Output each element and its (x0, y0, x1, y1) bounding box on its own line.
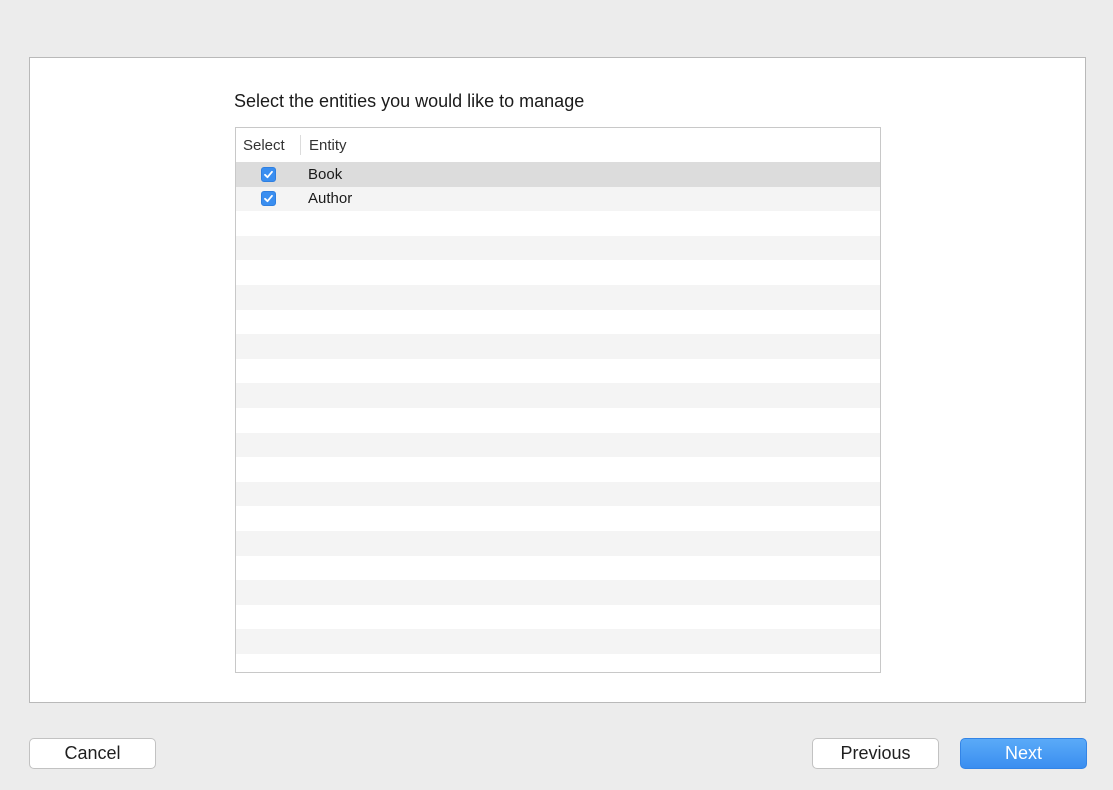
table-row (236, 408, 880, 433)
table-body: Book Author (236, 162, 880, 672)
table-row[interactable]: Author (236, 186, 880, 212)
column-header-entity[interactable]: Entity (301, 128, 347, 162)
next-button[interactable]: Next (960, 738, 1087, 769)
table-row (236, 260, 880, 285)
checkmark-icon (264, 195, 273, 203)
page-title: Select the entities you would like to ma… (234, 91, 585, 111)
table-row (236, 284, 880, 310)
table-row (236, 580, 880, 605)
table-row (236, 432, 880, 458)
entity-checkbox[interactable] (261, 191, 276, 207)
entity-checkbox[interactable] (261, 166, 276, 182)
select-cell (236, 191, 301, 207)
select-cell (236, 166, 301, 182)
table-row (236, 310, 880, 335)
table-row[interactable]: Book (236, 162, 880, 187)
column-header-select[interactable]: Select (236, 135, 301, 155)
table-row (236, 359, 880, 384)
entity-name: Book (308, 165, 343, 183)
table-row (236, 457, 880, 482)
table-row (236, 481, 880, 507)
entity-name: Author (308, 190, 353, 208)
table-row (236, 235, 880, 261)
table-row (236, 556, 880, 581)
checkmark-icon (264, 170, 273, 178)
table-row (236, 211, 880, 236)
table-row (236, 530, 880, 556)
table-row (236, 506, 880, 531)
table-row (236, 605, 880, 630)
table-row (236, 654, 880, 672)
table-row (236, 334, 880, 359)
table-row (236, 629, 880, 654)
cancel-button[interactable]: Cancel (29, 738, 156, 769)
table-header: Select Entity (236, 128, 880, 163)
entity-table: Select Entity Book Author (235, 127, 881, 673)
previous-button[interactable]: Previous (812, 738, 939, 769)
table-row (236, 383, 880, 408)
